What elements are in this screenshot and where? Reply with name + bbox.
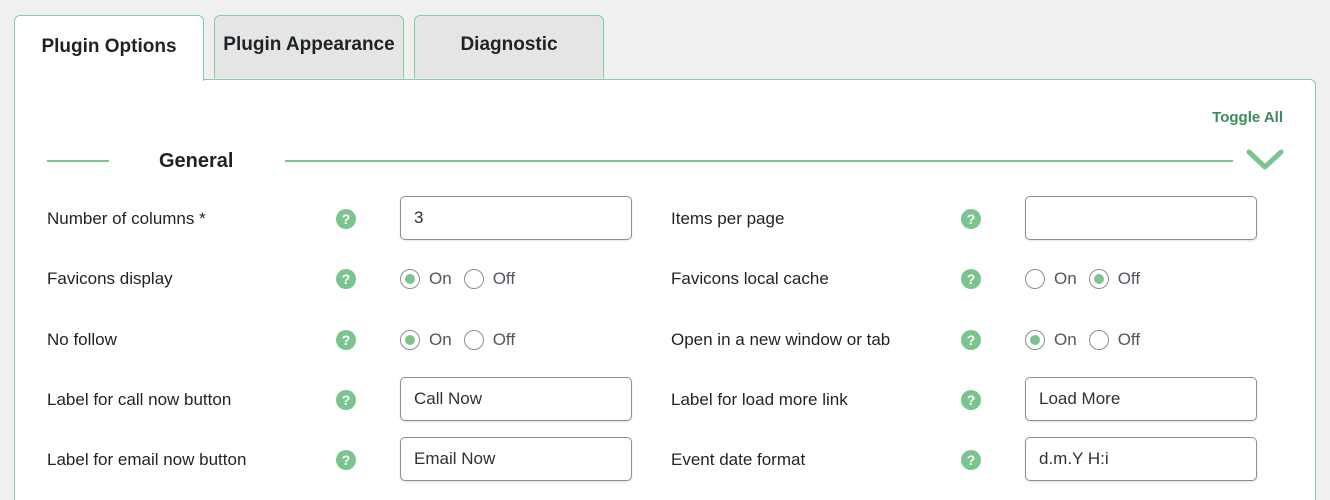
radio-label-off: Off <box>492 330 516 349</box>
radio-label-off: Off <box>1117 330 1141 349</box>
items-per-page-label: Items per page <box>671 209 785 228</box>
help-icon[interactable]: ? <box>336 209 356 229</box>
favicons-display-radio-group: On Off <box>400 268 527 290</box>
favicons-display-label: Favicons display <box>47 269 173 288</box>
no-follow-on-radio[interactable] <box>400 330 420 350</box>
event-date-format-input[interactable] <box>1025 437 1257 481</box>
no-follow-radio-group: On Off <box>400 329 527 351</box>
open-new-window-radio-group: On Off <box>1025 329 1152 351</box>
help-icon[interactable]: ? <box>961 450 981 470</box>
open-new-window-on-radio[interactable] <box>1025 330 1045 350</box>
help-icon[interactable]: ? <box>336 269 356 289</box>
help-icon[interactable]: ? <box>961 390 981 410</box>
tab-label: Plugin Options <box>41 35 177 57</box>
section-divider <box>47 160 109 162</box>
favicons-display-on-radio[interactable] <box>400 269 420 289</box>
favicons-display-off-radio[interactable] <box>463 269 484 289</box>
number-of-columns-input[interactable] <box>400 196 632 240</box>
items-per-page-input[interactable] <box>1025 196 1257 240</box>
section-divider <box>285 160 1233 162</box>
radio-label-on: On <box>429 269 452 288</box>
number-of-columns-label: Number of columns * <box>47 209 206 228</box>
radio-label-on: On <box>1054 269 1077 288</box>
plugin-options-panel: Toggle All General Number of columns * ?… <box>14 79 1316 500</box>
help-icon[interactable]: ? <box>336 450 356 470</box>
label-email-now-label: Label for email now button <box>47 450 247 469</box>
tab-plugin-appearance[interactable]: Plugin Appearance <box>214 15 404 78</box>
tab-plugin-options[interactable]: Plugin Options <box>14 15 204 81</box>
no-follow-label: No follow <box>47 330 117 349</box>
open-new-window-label: Open in a new window or tab <box>671 330 891 349</box>
label-call-now-input[interactable] <box>400 377 632 421</box>
favicons-local-cache-radio-group: On Off <box>1025 268 1152 290</box>
favicons-local-cache-off-radio[interactable] <box>1088 269 1109 289</box>
chevron-down-icon[interactable] <box>1243 145 1287 175</box>
tab-label: Plugin Appearance <box>223 34 395 55</box>
label-email-now-input[interactable] <box>400 437 632 481</box>
help-icon[interactable]: ? <box>336 390 356 410</box>
label-load-more-input[interactable] <box>1025 377 1257 421</box>
help-icon[interactable]: ? <box>336 330 356 350</box>
label-load-more-label: Label for load more link <box>671 390 848 409</box>
radio-label-on: On <box>429 330 452 349</box>
radio-label-off: Off <box>492 269 516 288</box>
tab-diagnostic[interactable]: Diagnostic <box>414 15 604 78</box>
toggle-all-link[interactable]: Toggle All <box>1212 109 1283 126</box>
favicons-local-cache-label: Favicons local cache <box>671 269 829 288</box>
open-new-window-off-radio[interactable] <box>1088 330 1109 350</box>
tab-label: Diagnostic <box>460 34 558 55</box>
section-title: General <box>159 150 234 172</box>
event-date-format-label: Event date format <box>671 450 806 469</box>
no-follow-off-radio[interactable] <box>463 330 484 350</box>
favicons-local-cache-on-radio[interactable] <box>1025 269 1045 289</box>
help-icon[interactable]: ? <box>961 269 981 289</box>
label-call-now-label: Label for call now button <box>47 390 232 409</box>
radio-label-on: On <box>1054 330 1077 349</box>
help-icon[interactable]: ? <box>961 209 981 229</box>
radio-label-off: Off <box>1117 269 1141 288</box>
help-icon[interactable]: ? <box>961 330 981 350</box>
